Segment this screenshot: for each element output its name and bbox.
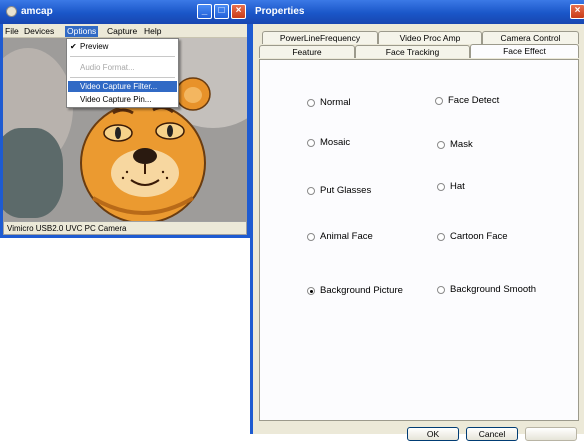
radio-background-picture[interactable]: Background Picture — [307, 285, 427, 299]
radio-put-glasses[interactable]: Put Glasses — [307, 185, 427, 199]
radio-icon — [437, 141, 445, 149]
radio-icon — [437, 233, 445, 241]
app-icon — [6, 6, 17, 17]
check-icon: ✔ — [70, 42, 77, 51]
radio-animal-face[interactable]: Animal Face — [307, 231, 427, 245]
close-icon[interactable]: × — [231, 4, 246, 19]
radio-mosaic[interactable]: Mosaic — [307, 137, 427, 151]
radio-icon — [307, 99, 315, 107]
tab-face-effect[interactable]: Face Effect — [470, 44, 579, 58]
menu-separator — [70, 56, 175, 57]
ok-button[interactable]: OK — [407, 427, 459, 441]
minimize-icon[interactable]: _ — [197, 4, 212, 19]
amcap-titlebar[interactable]: amcap _ □ × — [0, 0, 250, 24]
menu-file[interactable]: File — [3, 26, 21, 37]
radio-hat[interactable]: Hat — [437, 181, 557, 195]
window-border — [0, 235, 250, 238]
maximize-icon[interactable]: □ — [214, 4, 229, 19]
tab-camera-control[interactable]: Camera Control — [482, 31, 579, 44]
menu-options[interactable]: Options — [65, 26, 99, 37]
radio-cartoon-face[interactable]: Cartoon Face — [437, 231, 557, 245]
radio-icon — [307, 287, 315, 295]
radio-icon — [307, 139, 315, 147]
menu-bar: File Devices Options Capture Help — [0, 24, 250, 38]
radio-icon — [307, 187, 315, 195]
tab-feature[interactable]: Feature — [259, 45, 355, 58]
menu-capture[interactable]: Capture — [105, 26, 139, 37]
radio-icon — [307, 233, 315, 241]
radio-icon — [437, 183, 445, 191]
tab-video-proc-amp[interactable]: Video Proc Amp — [378, 31, 482, 44]
radio-mask[interactable]: Mask — [437, 139, 557, 153]
menu-item-video-capture-filter[interactable]: Video Capture Filter... — [68, 81, 177, 92]
radio-face-detect[interactable]: Face Detect — [435, 95, 555, 109]
cancel-button[interactable]: Cancel — [466, 427, 518, 441]
radio-icon — [437, 286, 445, 294]
apply-button[interactable] — [525, 427, 577, 441]
close-icon[interactable]: × — [570, 4, 584, 19]
menu-item-audio-format: Audio Format... — [80, 63, 135, 72]
tab-powerlinefrequency[interactable]: PowerLineFrequency — [262, 31, 378, 44]
menu-devices[interactable]: Devices — [22, 26, 56, 37]
options-menu: ✔ Preview Audio Format... Video Capture … — [66, 38, 179, 108]
radio-icon — [435, 97, 443, 105]
menu-item-video-capture-pin[interactable]: Video Capture Pin... — [68, 94, 177, 105]
status-bar: Vimicro USB2.0 UVC PC Camera — [3, 221, 247, 235]
properties-titlebar[interactable]: Properties × — [250, 0, 584, 24]
menu-help[interactable]: Help — [142, 26, 163, 37]
window-title: amcap — [21, 6, 53, 17]
dialog-title: Properties — [255, 6, 305, 17]
radio-background-smooth[interactable]: Background Smooth — [437, 284, 557, 298]
menu-item-preview[interactable]: ✔ Preview — [68, 41, 177, 52]
tab-face-tracking[interactable]: Face Tracking — [355, 45, 470, 58]
menu-separator — [70, 77, 175, 78]
radio-normal[interactable]: Normal — [307, 97, 427, 111]
